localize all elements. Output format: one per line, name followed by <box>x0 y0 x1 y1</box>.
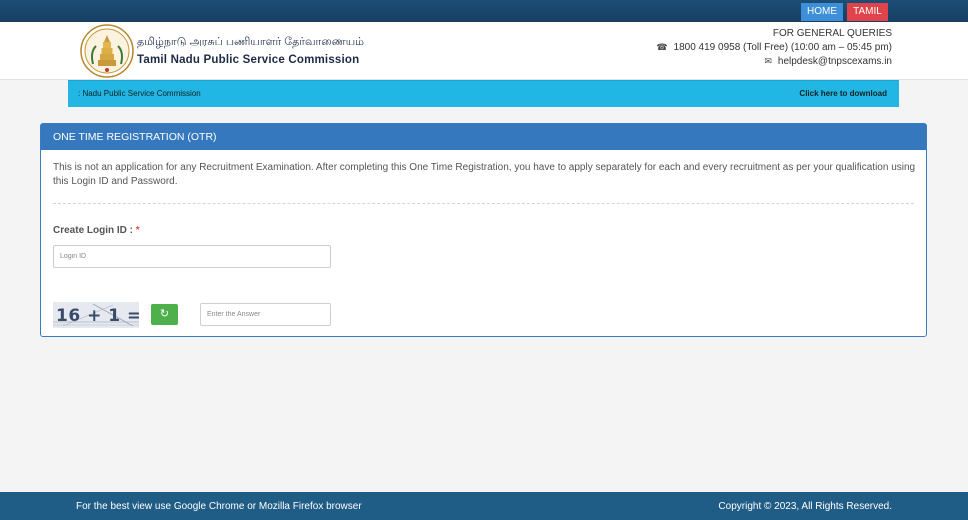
captcha-text: 16 + 1 = <box>56 306 139 326</box>
site-footer: For the best view use Google Chrome or M… <box>0 492 968 520</box>
otr-notice: This is not an application for any Recru… <box>53 162 916 187</box>
general-queries-heading: FOR GENERAL QUERIES <box>772 28 892 39</box>
refresh-icon: ↻ <box>159 308 170 320</box>
required-marker: * <box>135 225 140 236</box>
divider <box>53 203 914 204</box>
login-id-input[interactable] <box>53 245 331 268</box>
tamil-language-button[interactable]: TAMIL <box>847 3 888 21</box>
site-title-english: Tamil Nadu Public Service Commission <box>137 54 360 66</box>
browser-notice: For the best view use Google Chrome or M… <box>76 501 362 512</box>
news-ticker: : Nadu Public Service Commission Click h… <box>68 80 899 107</box>
download-link[interactable]: Click here to download <box>799 89 887 98</box>
helpline-phone: ☎ 1800 419 0958 (Toll Free) (10:00 am – 0… <box>656 42 892 53</box>
captcha-image: 16 + 1 = <box>53 302 139 328</box>
helpdesk-email-text[interactable]: helpdesk@tnpscexams.in <box>778 56 892 67</box>
site-title-tamil: தமிழ்நாடு அரசுப் பணியாளர் தேர்வாணையம் <box>137 36 364 48</box>
envelope-icon: ✉ <box>764 56 772 66</box>
helpdesk-email[interactable]: ✉ helpdesk@tnpscexams.in <box>764 56 892 67</box>
login-id-label-text: Create Login ID : <box>53 225 134 236</box>
captcha-answer-input[interactable] <box>200 303 331 326</box>
copyright: Copyright © 2023, All Rights Reserved. <box>718 501 892 512</box>
otr-panel-header: ONE TIME REGISTRATION (OTR) <box>41 124 926 150</box>
tamil-nadu-emblem-logo[interactable] <box>80 24 134 78</box>
refresh-captcha-button[interactable]: ↻ <box>151 304 178 325</box>
home-button[interactable]: HOME <box>801 3 843 21</box>
top-bar: HOME TAMIL <box>0 0 968 22</box>
ticker-text: : Nadu Public Service Commission <box>78 89 201 98</box>
otr-panel-title: ONE TIME REGISTRATION (OTR) <box>53 131 217 143</box>
login-id-label: Create Login ID : * <box>53 225 140 236</box>
otr-panel: ONE TIME REGISTRATION (OTR) This is not … <box>40 123 927 337</box>
site-header: தமிழ்நாடு அரசுப் பணியாளர் தேர்வாணையம் Ta… <box>0 22 968 80</box>
phone-icon: ☎ <box>656 42 668 52</box>
helpline-phone-text: 1800 419 0958 (Toll Free) (10:00 am – 05… <box>673 42 892 53</box>
